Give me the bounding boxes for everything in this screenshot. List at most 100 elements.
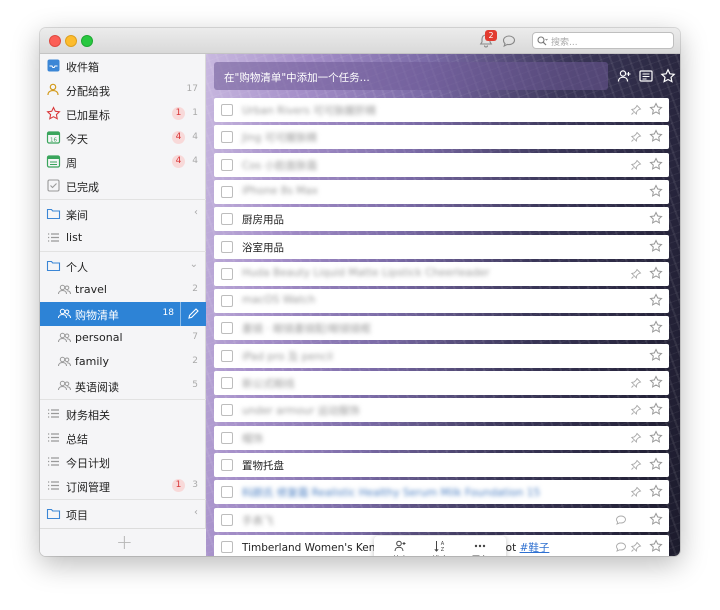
star-outline-icon[interactable]	[649, 511, 663, 526]
add-task-input[interactable]: 在"购物清单"中添加一个任务...	[214, 62, 608, 90]
sidebar-footer: +	[40, 528, 206, 556]
pin-icon[interactable]	[630, 432, 642, 444]
task-row[interactable]: 手表飞	[214, 507, 669, 532]
share-list-button[interactable]	[616, 68, 632, 84]
star-outline-icon[interactable]	[649, 184, 663, 198]
task-row[interactable]: 帽饰	[214, 425, 669, 450]
sort-button[interactable]: AZ 排序	[420, 539, 460, 556]
sidebar-item-subscriptions[interactable]: 订阅管理 1 3	[40, 474, 206, 498]
pin-icon[interactable]	[630, 541, 642, 553]
list-options-button[interactable]	[638, 68, 654, 84]
star-outline-icon[interactable]	[649, 348, 663, 362]
task-checkbox[interactable]	[221, 295, 233, 308]
sidebar-item-summary[interactable]: 总结	[40, 426, 206, 450]
task-checkbox[interactable]	[221, 431, 233, 444]
task-checkbox[interactable]	[221, 131, 233, 144]
task-checkbox[interactable]	[221, 240, 233, 253]
star-outline-icon[interactable]	[649, 129, 663, 143]
task-row[interactable]: 新公式眼线	[214, 371, 669, 395]
task-row[interactable]: 科颜氏 修复霜 Realistic Healthy Serum Milk Fou…	[214, 480, 669, 505]
task-checkbox[interactable]	[221, 267, 233, 280]
pin-icon[interactable]	[630, 159, 642, 171]
task-checkbox[interactable]	[221, 486, 233, 499]
star-outline-icon[interactable]	[649, 320, 663, 334]
star-outline-icon[interactable]	[649, 156, 663, 171]
sidebar-item-assigned-to-me[interactable]: 分配给我 17	[40, 78, 206, 102]
zoom-window-button[interactable]	[81, 35, 93, 47]
sidebar-item-starred[interactable]: 已加星标 1 1	[40, 102, 206, 126]
task-row[interactable]: under armour 运动服饰	[214, 398, 669, 423]
sidebar-item-inbox[interactable]: 收件箱	[40, 54, 206, 78]
notifications-button[interactable]: 2	[478, 30, 497, 49]
star-outline-icon[interactable]	[649, 429, 663, 444]
sidebar-item-finance[interactable]: 财务相关	[40, 402, 206, 426]
task-checkbox[interactable]	[221, 322, 233, 335]
star-list-button[interactable]	[660, 68, 676, 84]
minimize-window-button[interactable]	[65, 35, 77, 47]
add-list-button[interactable]: +	[116, 530, 133, 554]
conversations-button[interactable]	[501, 33, 517, 49]
star-outline-icon[interactable]	[649, 457, 663, 471]
sidebar-item-family[interactable]: family 2	[40, 350, 206, 374]
star-outline-icon[interactable]	[649, 266, 663, 280]
sidebar-folder-lejian[interactable]: 楽间 ‹	[40, 202, 206, 226]
task-row[interactable]: 墨镜 · 眼镜墨镜配/眼镜镜框	[214, 316, 669, 341]
task-checkbox[interactable]	[221, 458, 233, 471]
task-checkbox[interactable]	[221, 404, 233, 417]
search-input[interactable]: 搜索...	[532, 32, 674, 49]
pencil-icon	[188, 308, 199, 319]
star-outline-icon[interactable]	[649, 484, 663, 498]
star-outline-icon[interactable]	[649, 539, 663, 553]
sidebar-item-travel[interactable]: travel 2	[40, 278, 206, 302]
edit-list-button[interactable]	[180, 302, 206, 326]
task-row[interactable]: Jing 可可醒肤精	[214, 125, 669, 150]
task-row[interactable]: Huda Beauty Liquid Matte Lipstick Cheerl…	[214, 261, 669, 286]
star-outline-icon[interactable]	[649, 238, 663, 253]
sidebar-item-personal[interactable]: personal 7	[40, 326, 206, 350]
task-checkbox[interactable]	[221, 213, 233, 226]
star-outline-icon[interactable]	[649, 211, 663, 225]
star-outline-icon[interactable]	[649, 293, 663, 307]
sidebar-folder-personal[interactable]: 个人 ⌄	[40, 254, 206, 278]
sidebar-item-week[interactable]: 周 4 4	[40, 150, 206, 174]
sidebar-item-english-reading[interactable]: 英语阅读 5	[40, 374, 206, 398]
pin-icon[interactable]	[630, 268, 642, 280]
sidebar-item-completed[interactable]: 已完成	[40, 174, 206, 198]
task-checkbox[interactable]	[221, 540, 233, 553]
task-checkbox[interactable]	[221, 513, 233, 526]
close-window-button[interactable]	[49, 35, 61, 47]
sidebar-item-daily-plan[interactable]: 今日计划	[40, 450, 206, 474]
task-row[interactable]: iPad pro 及 pencil	[214, 343, 669, 368]
star-outline-icon[interactable]	[649, 102, 663, 116]
star-outline-icon[interactable]	[649, 402, 663, 416]
star-outline-icon[interactable]	[649, 375, 663, 389]
task-row[interactable]: macOS Watch	[214, 289, 669, 314]
task-row[interactable]: 浴室用品	[214, 234, 669, 259]
task-row[interactable]: 厨房用品	[214, 207, 669, 232]
task-checkbox[interactable]	[221, 185, 233, 198]
task-checkbox[interactable]	[221, 104, 233, 116]
share-button[interactable]: 共享	[380, 539, 420, 556]
sidebar-item-shopping-list[interactable]: 购物清单 18	[40, 302, 206, 326]
sidebar-item-today[interactable]: 16 今天 4 4	[40, 126, 206, 150]
chevron-down-icon[interactable]: ⌄	[190, 259, 198, 270]
pin-icon[interactable]	[630, 486, 642, 498]
pin-icon[interactable]	[630, 131, 642, 143]
pin-icon[interactable]	[630, 459, 642, 471]
task-row[interactable]: Cos 小脸面肤霜	[214, 152, 669, 177]
task-checkbox[interactable]	[221, 158, 233, 171]
pin-icon[interactable]	[630, 404, 642, 416]
pin-icon[interactable]	[630, 104, 642, 116]
task-row[interactable]: Urban Rivers 可可肤醒肝精	[214, 98, 669, 122]
sidebar-item-list[interactable]: list	[40, 226, 206, 250]
task-hashtag[interactable]: #鞋子	[520, 542, 550, 554]
task-row[interactable]: 置物托盘	[214, 452, 669, 477]
task-checkbox[interactable]	[221, 377, 233, 389]
more-button[interactable]: 更多	[460, 539, 500, 556]
pin-icon[interactable]	[630, 377, 642, 389]
chevron-left-icon[interactable]: ‹	[194, 207, 198, 218]
chevron-left-icon[interactable]: ‹	[194, 507, 198, 518]
task-checkbox[interactable]	[221, 349, 233, 362]
sidebar-folder-projects[interactable]: 项目 ‹	[40, 502, 206, 526]
task-row[interactable]: iPhone 8s Max	[214, 179, 669, 204]
